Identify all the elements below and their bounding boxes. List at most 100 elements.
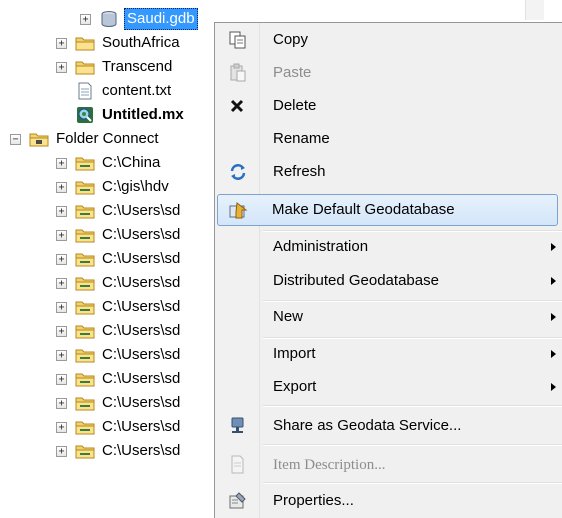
expand-toggle[interactable]: + — [56, 325, 67, 337]
menu-item-label: Distributed Geodatabase — [273, 272, 439, 289]
folder-connection-icon — [75, 325, 95, 339]
scrollbar-track[interactable] — [525, 0, 544, 20]
tree-item-content-txt[interactable]: content.txt — [75, 79, 173, 103]
folder-connection-icon — [75, 373, 95, 387]
tree-item-label: C:\Users\sd — [102, 226, 181, 243]
menu-item-item-description[interactable]: Item Description... — [217, 450, 560, 480]
tree-item-folder-connection[interactable]: + C:\Users\sd — [56, 367, 182, 391]
paste-icon — [230, 63, 246, 82]
folder-connections-icon — [29, 133, 49, 147]
expand-toggle[interactable]: + — [56, 181, 67, 193]
tree-item-label: content.txt — [102, 82, 172, 99]
expand-toggle[interactable]: + — [56, 229, 67, 241]
expand-toggle[interactable]: + — [56, 277, 67, 289]
tree-item-folder-connection[interactable]: + C:\Users\sd — [56, 319, 182, 343]
tree-item-label: C:\gis\hdv — [102, 178, 169, 195]
menu-separator — [263, 444, 562, 446]
tree-item-label: C:\Users\sd — [102, 202, 181, 219]
tree-item-label: C:\Users\sd — [102, 322, 181, 339]
expand-toggle[interactable]: + — [56, 253, 67, 265]
menu-item-copy[interactable]: Copy — [217, 25, 560, 55]
tree-item-label: C:\Users\sd — [102, 370, 181, 387]
menu-item-export[interactable]: Export — [217, 372, 560, 402]
tree-item-folder-connection[interactable]: + C:\Users\sd — [56, 391, 182, 415]
tree-item-label: C:\Users\sd — [102, 442, 181, 459]
menu-item-label: Item Description... — [273, 457, 386, 473]
expand-toggle[interactable]: + — [56, 157, 67, 169]
text-file-icon — [78, 82, 92, 100]
delete-icon — [230, 99, 244, 113]
menu-item-import[interactable]: Import — [217, 339, 560, 369]
folder-connection-icon — [75, 421, 95, 435]
menu-item-label: New — [273, 308, 304, 325]
expand-toggle[interactable]: + — [56, 37, 67, 49]
copy-icon — [229, 31, 246, 49]
tree-item-label: Untitled.mx — [102, 106, 184, 123]
menu-item-share-as-geodata-service[interactable]: Share as Geodata Service... — [217, 411, 560, 441]
tree-item-folder-connection[interactable]: + C:\Users\sd — [56, 247, 182, 271]
menu-item-label: Refresh — [273, 163, 326, 180]
menu-item-administration[interactable]: Administration — [217, 232, 560, 262]
tree-item-label: Saudi.gdb — [124, 8, 198, 30]
menu-item-properties[interactable]: Properties... — [217, 486, 560, 516]
tree-item-folder-connection[interactable]: + C:\Users\sd — [56, 271, 182, 295]
tree-item-label: C:\Users\sd — [102, 418, 181, 435]
folder-connection-icon — [75, 205, 95, 219]
menu-item-label: Share as Geodata Service... — [273, 417, 462, 434]
menu-item-new[interactable]: New — [217, 302, 560, 332]
tree-item-southafrica[interactable]: + SouthAfrica — [56, 31, 182, 55]
menu-item-label: Export — [273, 378, 317, 395]
folder-connection-icon — [75, 181, 95, 195]
expand-toggle[interactable]: + — [56, 373, 67, 385]
folder-connection-icon — [75, 277, 95, 291]
menu-item-make-default-geodatabase[interactable]: Make Default Geodatabase — [217, 194, 558, 226]
folder-connection-icon — [75, 229, 95, 243]
refresh-icon — [230, 164, 246, 180]
expand-toggle[interactable]: + — [80, 13, 91, 25]
item-description-icon — [231, 455, 244, 474]
tree-item-folder-connection[interactable]: + C:\China — [56, 151, 162, 175]
tree-item-folder-connection[interactable]: + C:\Users\sd — [56, 415, 182, 439]
menu-item-paste[interactable]: Paste — [217, 58, 560, 88]
menu-item-label: Import — [273, 345, 316, 362]
tree-item-saudi-gdb[interactable]: + Saudi.gdb — [80, 7, 198, 31]
tree-item-folder-connection[interactable]: + C:\Users\sd — [56, 223, 182, 247]
context-menu: Copy Paste Delete Rename Refresh Make De… — [214, 22, 562, 518]
tree-item-label: C:\Users\sd — [102, 250, 181, 267]
expand-toggle[interactable]: + — [56, 61, 67, 73]
expand-toggle[interactable]: + — [56, 421, 67, 433]
tree-item-folder-connection[interactable]: + C:\Users\sd — [56, 295, 182, 319]
tree-item-transcend[interactable]: + Transcend — [56, 55, 174, 79]
tree-item-label: SouthAfrica — [102, 34, 180, 51]
tree-item-folder-connections[interactable]: − Folder Connect — [10, 127, 161, 151]
menu-separator — [263, 482, 562, 484]
tree-item-folder-connection[interactable]: + C:\Users\sd — [56, 343, 182, 367]
menu-item-delete[interactable]: Delete — [217, 91, 560, 121]
expand-toggle[interactable]: + — [56, 445, 67, 457]
expand-toggle[interactable]: + — [56, 349, 67, 361]
menu-item-label: Paste — [273, 64, 312, 81]
menu-item-rename[interactable]: Rename — [217, 124, 560, 154]
tree-item-folder-connection[interactable]: + C:\gis\hdv — [56, 175, 171, 199]
folder-icon — [75, 37, 95, 51]
menu-separator — [263, 405, 562, 407]
tree-item-folder-connection[interactable]: + C:\Users\sd — [56, 199, 182, 223]
geodatabase-icon — [101, 11, 117, 27]
menu-item-label: Properties... — [273, 492, 354, 509]
folder-icon — [75, 61, 95, 75]
tree-item-label: C:\China — [102, 154, 161, 171]
menu-item-label: Copy — [273, 31, 309, 48]
menu-item-refresh[interactable]: Refresh — [217, 157, 560, 187]
tree-item-folder-connection[interactable]: + C:\Users\sd — [56, 439, 182, 463]
submenu-arrow-icon — [551, 243, 556, 251]
submenu-arrow-icon — [551, 313, 556, 321]
expand-toggle[interactable]: + — [56, 397, 67, 409]
menu-item-distributed-geodatabase[interactable]: Distributed Geodatabase — [217, 266, 560, 296]
expand-toggle[interactable]: + — [56, 205, 67, 217]
menu-item-label: Delete — [273, 97, 317, 114]
map-document-icon — [77, 107, 93, 123]
menu-item-label: Rename — [273, 130, 330, 147]
collapse-toggle[interactable]: − — [10, 133, 21, 145]
tree-item-untitled-mxd[interactable]: Untitled.mx — [75, 103, 186, 127]
expand-toggle[interactable]: + — [56, 301, 67, 313]
